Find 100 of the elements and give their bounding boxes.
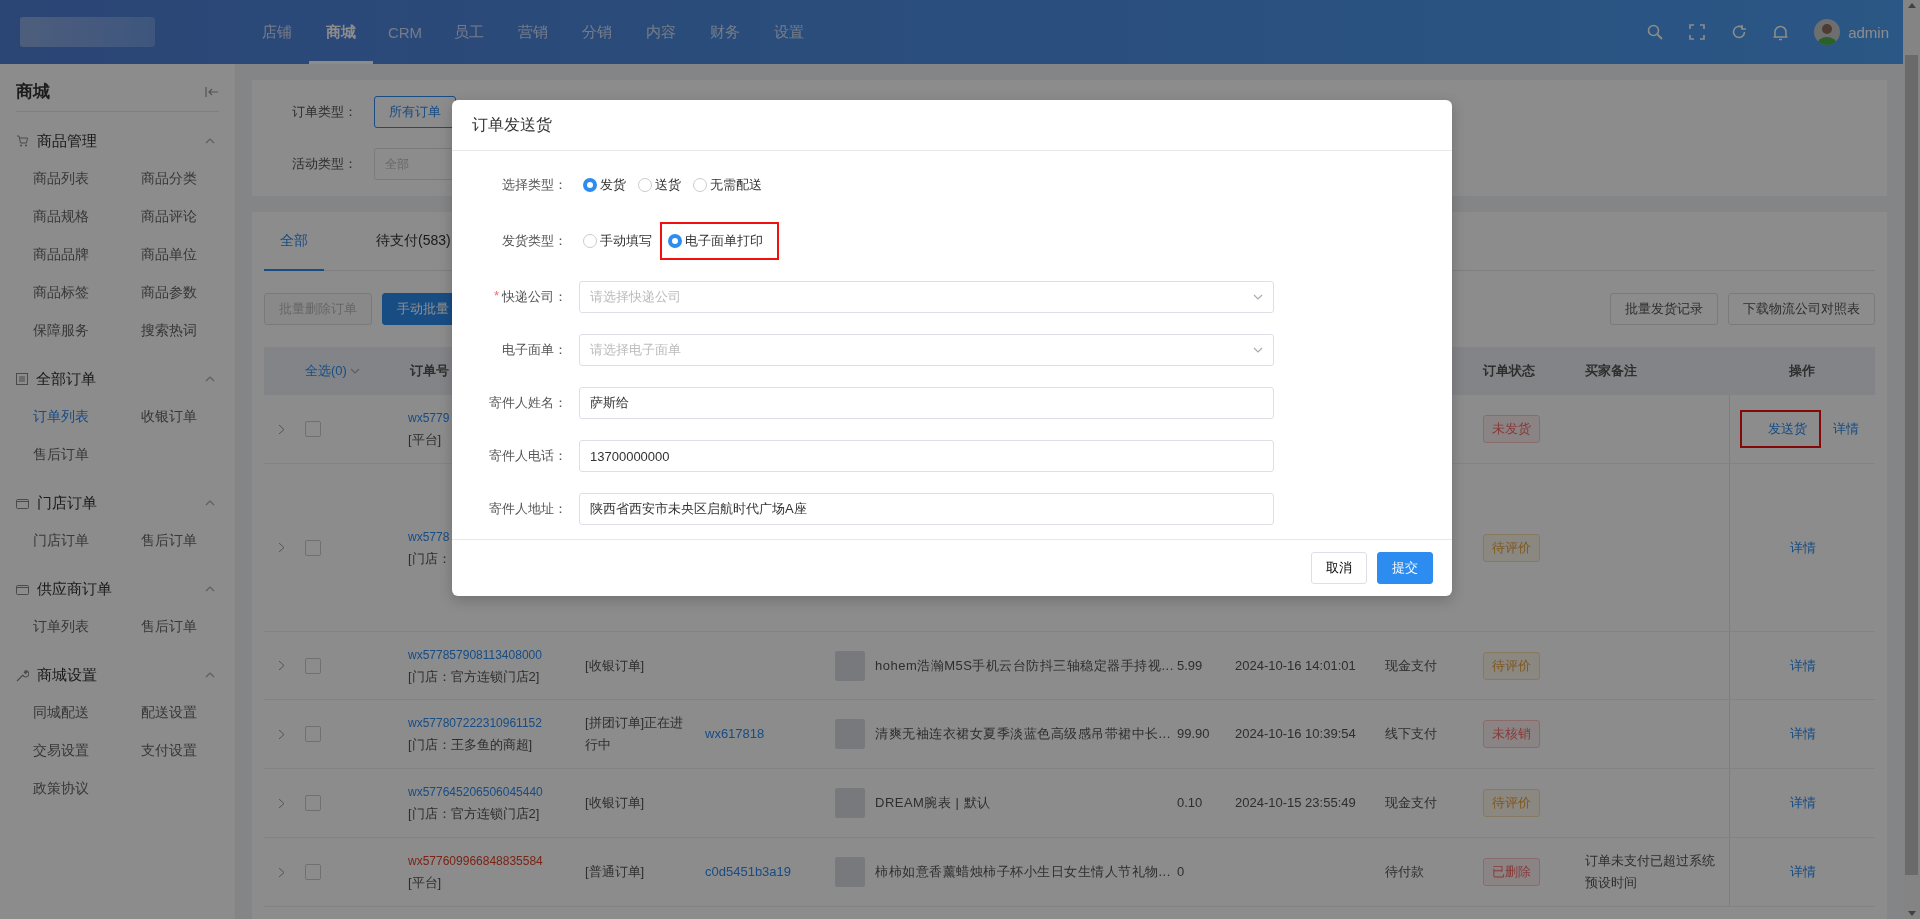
row-checkbox[interactable] — [305, 539, 321, 556]
bell-icon[interactable] — [1773, 23, 1789, 41]
sidebar-item[interactable]: 配送设置 — [141, 694, 249, 732]
action-link[interactable]: 详情 — [1827, 410, 1865, 448]
sidebar-item[interactable]: 售后订单 — [141, 608, 249, 646]
product-name[interactable]: 清爽无袖连衣裙女夏季淡蓝色高级感吊带裙中长... — [875, 723, 1171, 745]
nav-tab[interactable]: 商城 — [309, 0, 373, 64]
order-number-link[interactable]: wx5779 — [408, 407, 450, 429]
radio-icon[interactable] — [668, 234, 682, 248]
toolbar-button[interactable]: 批量发货记录 — [1610, 293, 1718, 325]
nav-tab[interactable]: 内容 — [629, 0, 693, 64]
sidebar-item[interactable]: 商品参数 — [141, 274, 249, 312]
sidebar-item[interactable]: 商品列表 — [33, 160, 141, 198]
action-link[interactable]: 详情 — [1783, 853, 1822, 891]
order-number-link[interactable]: wx577857908113408000 — [408, 643, 542, 666]
user-name[interactable]: admin — [1848, 23, 1889, 41]
expand-icon[interactable] — [278, 866, 285, 878]
expand-icon[interactable] — [278, 660, 285, 671]
menu-group[interactable]: 商品管理 — [16, 122, 219, 160]
action-link[interactable]: 详情 — [1783, 784, 1822, 822]
expand-icon[interactable] — [278, 797, 285, 809]
radio-option[interactable]: 送货 — [634, 170, 685, 200]
tab[interactable]: 全部 — [264, 212, 324, 271]
radio-option[interactable]: 发货 — [579, 170, 630, 200]
order-number-link[interactable]: wx577807222310961152 — [408, 712, 542, 734]
nav-tab[interactable]: 分销 — [565, 0, 629, 64]
scroll-down-icon[interactable] — [1907, 911, 1916, 916]
sidebar-item[interactable]: 售后订单 — [141, 522, 249, 560]
sidebar-item[interactable]: 商品品牌 — [33, 236, 141, 274]
order-number-link[interactable]: wx577645206506045440 — [408, 781, 543, 803]
nav-tab[interactable]: 员工 — [437, 0, 501, 64]
nav-tab[interactable]: CRM — [373, 0, 437, 64]
avatar-icon[interactable] — [1814, 19, 1841, 45]
sidebar-item[interactable]: 商品分类 — [141, 160, 249, 198]
sidebar-item[interactable]: 同城配送 — [33, 694, 141, 732]
product-name[interactable]: DREAM腕表 | 默认 — [875, 792, 991, 814]
buyer-link[interactable]: c0d5451b3a19 — [705, 861, 792, 883]
radio-icon[interactable] — [583, 178, 597, 192]
sidebar-item[interactable]: 保障服务 — [33, 312, 141, 350]
sidebar-item[interactable]: 支付设置 — [141, 732, 249, 770]
radio-option[interactable]: 无需配送 — [689, 170, 766, 200]
submit-button[interactable]: 提交 — [1377, 552, 1433, 584]
sidebar-item[interactable]: 商品标签 — [33, 274, 141, 312]
expand-icon[interactable] — [278, 423, 285, 435]
row-checkbox[interactable] — [305, 864, 321, 880]
sidebar-item[interactable]: 收银订单 — [141, 398, 249, 436]
row-checkbox[interactable] — [305, 726, 321, 742]
toolbar-button[interactable]: 下载物流公司对照表 — [1728, 293, 1875, 325]
menu-group[interactable]: 供应商订单 — [16, 570, 219, 608]
radio-icon[interactable] — [638, 178, 652, 192]
sidebar-item[interactable]: 政策协议 — [33, 770, 141, 808]
nav-tab[interactable]: 营销 — [501, 0, 565, 64]
fullscreen-icon[interactable] — [1689, 24, 1706, 40]
action-link[interactable]: 详情 — [1783, 528, 1822, 567]
expand-icon[interactable] — [278, 728, 285, 740]
search-icon[interactable] — [1647, 24, 1664, 40]
payment-method: 现金支付 — [1385, 794, 1437, 812]
select-field[interactable]: 请选择电子面单 — [579, 334, 1274, 366]
nav-tab[interactable]: 店铺 — [245, 0, 309, 64]
input-field[interactable]: 萨斯给 — [579, 387, 1274, 419]
radio-option[interactable]: 手动填写 — [579, 226, 656, 256]
radio-icon[interactable] — [693, 178, 707, 192]
radio-icon[interactable] — [583, 234, 597, 248]
expand-icon[interactable] — [278, 542, 285, 553]
sidebar-item[interactable]: 门店订单 — [33, 522, 141, 560]
buyer-link[interactable]: wx617818 — [705, 723, 765, 745]
menu-group[interactable]: 全部订单 — [16, 360, 219, 398]
sidebar-item[interactable]: 商品规格 — [33, 198, 141, 236]
action-link[interactable]: 详情 — [1783, 715, 1822, 753]
product-name[interactable]: 柿柿如意香薰蜡烛柿子杯小生日女生情人节礼物... — [875, 861, 1171, 883]
row-checkbox[interactable] — [305, 795, 321, 811]
sidebar-item[interactable]: 商品评论 — [141, 198, 249, 236]
sidebar-item[interactable]: 搜索热词 — [141, 312, 249, 350]
filter-button[interactable]: 所有订单 — [374, 96, 456, 128]
cancel-button[interactable]: 取消 — [1311, 552, 1367, 584]
menu-group[interactable]: 商城设置 — [16, 656, 219, 694]
sidebar-item[interactable]: 订单列表 — [33, 608, 141, 646]
scroll-up-icon[interactable] — [1907, 3, 1916, 8]
row-checkbox[interactable] — [305, 421, 321, 437]
sidebar-item[interactable]: 售后订单 — [33, 436, 141, 474]
product-name[interactable]: hohem浩瀚M5S手机云台防抖三轴稳定器手持视... — [875, 654, 1174, 677]
action-link[interactable]: 详情 — [1783, 646, 1822, 685]
collapse-icon[interactable] — [205, 85, 219, 98]
refresh-icon[interactable] — [1731, 24, 1748, 40]
sidebar-item[interactable]: 订单列表 — [33, 398, 141, 436]
menu-group[interactable]: 门店订单 — [16, 484, 219, 522]
order-number-link[interactable]: wx577609966848835584 — [408, 850, 543, 872]
row-checkbox[interactable] — [305, 657, 321, 674]
input-field[interactable]: 13700000000 — [579, 440, 1274, 472]
nav-tab[interactable]: 财务 — [693, 0, 757, 64]
radio-option[interactable]: 电子面单打印 — [660, 222, 779, 260]
select-field[interactable]: 请选择快递公司 — [579, 281, 1274, 313]
input-field[interactable]: 陕西省西安市未央区启航时代广场A座 — [579, 493, 1274, 525]
sidebar-item[interactable]: 商品单位 — [141, 236, 249, 274]
sidebar-item[interactable]: 交易设置 — [33, 732, 141, 770]
select-all-dropdown[interactable]: 全选(0) — [299, 347, 404, 395]
action-link[interactable]: 发送货 — [1740, 410, 1821, 448]
order-number-link[interactable]: wx5778 — [408, 525, 450, 548]
nav-tab[interactable]: 设置 — [757, 0, 821, 64]
scrollbar-thumb[interactable] — [1905, 54, 1918, 875]
